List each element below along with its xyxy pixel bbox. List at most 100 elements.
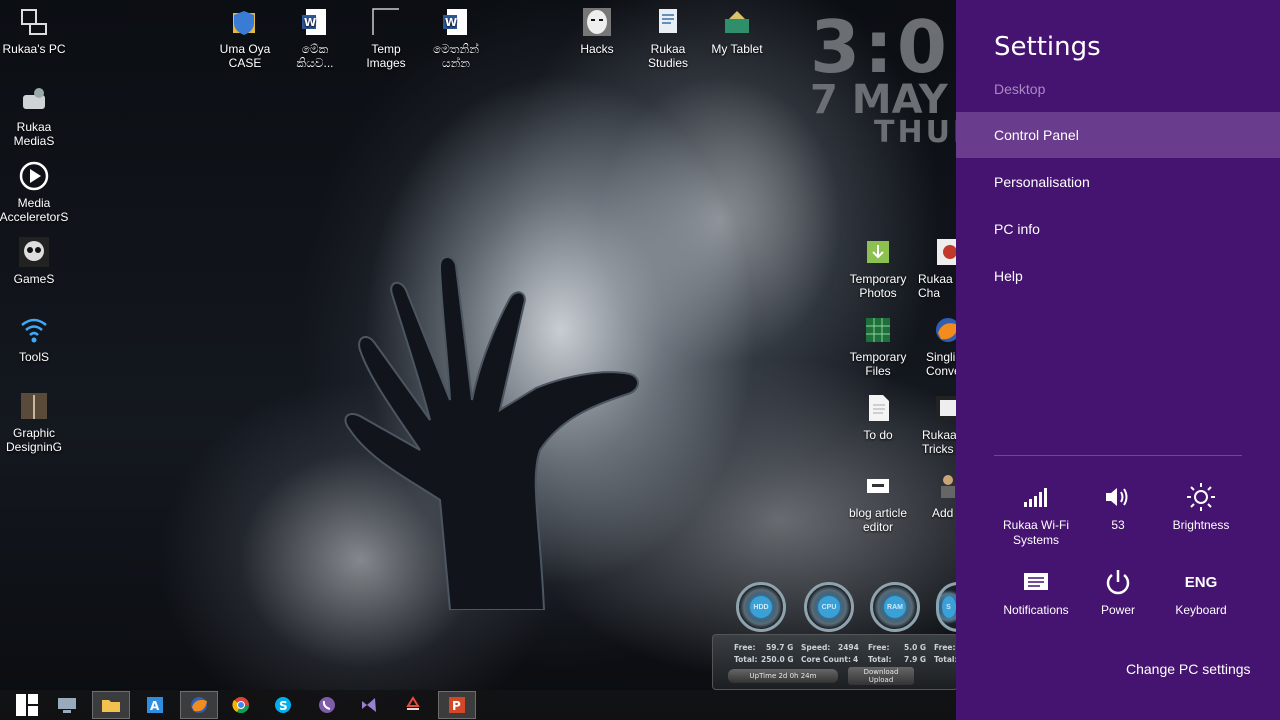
desktop-icon-rukaa-t-cha[interactable]: Rukaa T Cha: [904, 236, 964, 300]
menu-item-help[interactable]: Help: [956, 253, 1280, 299]
uptime-readout: UpTime 2d 0h 24m: [728, 669, 838, 683]
mask-icon: [581, 6, 613, 38]
monitor-icon: [58, 698, 76, 713]
chrome-icon: [232, 697, 250, 714]
viber-icon: [319, 697, 335, 713]
dial-label: S: [941, 596, 956, 618]
taskbar-chrome[interactable]: [222, 691, 260, 719]
network-button[interactable]: Rukaa Wi-Fi Systems: [991, 480, 1081, 548]
document-stack-icon: [652, 6, 684, 38]
notifications-label: Notifications: [1003, 603, 1069, 617]
desktop-icon-uma-oya-case[interactable]: Uma Oya CASE: [209, 6, 281, 70]
desktop-icon-label: ToolS: [18, 350, 50, 364]
skull-mask-icon: [18, 236, 50, 268]
word-document-icon: W: [440, 6, 472, 38]
visual-studio-icon: [362, 698, 376, 712]
menu-item-personalisation[interactable]: Personalisation: [956, 159, 1280, 205]
taskbar-visual-studio[interactable]: [350, 691, 388, 719]
ram-free-value: 5.0 G: [904, 643, 927, 652]
wifi-signal-icon: [991, 480, 1081, 514]
change-pc-settings-link[interactable]: Change PC settings: [1126, 661, 1251, 677]
desktop-icon-label: My Tablet: [711, 42, 763, 56]
desktop-icon-label: මෙතනින් යන්න: [432, 42, 480, 70]
settings-context-label: Desktop: [994, 81, 1046, 97]
taskbar-firefox[interactable]: [180, 691, 218, 719]
desktop-icon-label: Graphic DesigninG: [5, 426, 63, 454]
desktop-icon-word-doc-2[interactable]: W මෙතනින් යන්න: [420, 6, 492, 70]
desktop-icon-graphic-designing[interactable]: Graphic DesigninG: [0, 390, 70, 454]
wifi-shield-icon: [18, 314, 50, 346]
desktop-icon-rukaa-medias[interactable]: Rukaa MediaS: [0, 84, 70, 148]
taskbar-powerpoint[interactable]: P: [438, 691, 476, 719]
taskbar-store[interactable]: A: [136, 691, 174, 719]
desktop-icon-this-pc[interactable]: Rukaa's PC: [0, 6, 70, 56]
desktop-icon-hacks[interactable]: Hacks: [561, 6, 633, 56]
start-button[interactable]: [8, 691, 46, 719]
taskbar-skype[interactable]: S: [264, 691, 302, 719]
desktop-icon-my-tablet[interactable]: My Tablet: [701, 6, 773, 56]
settings-divider: [994, 455, 1242, 456]
taskbar-recycle-tool[interactable]: [394, 691, 432, 719]
keyboard-button[interactable]: ENG Keyboard: [1156, 565, 1246, 618]
desktop-icon-label: Media AcceleretorS: [0, 196, 69, 224]
brightness-button[interactable]: Brightness: [1156, 480, 1246, 533]
svg-text:W: W: [445, 16, 457, 29]
menu-item-control-panel[interactable]: Control Panel: [956, 112, 1280, 158]
play-circle-icon: [18, 160, 50, 192]
desktop-icon-games[interactable]: GameS: [0, 236, 70, 286]
brightness-icon: [1156, 480, 1246, 514]
ram-total-value: 7.9 G: [904, 655, 927, 664]
cpu-speed-value: 2494: [838, 643, 859, 652]
hdd-dial: HDD: [736, 582, 786, 632]
svg-text:A: A: [150, 699, 160, 713]
ram-dial: RAM: [870, 582, 920, 632]
desktop-icon-rukaa-studies[interactable]: Rukaa Studies: [632, 6, 704, 70]
hdd-free-value: 59.7 G: [766, 643, 794, 652]
speaker-icon: [1073, 480, 1163, 514]
brightness-label: Brightness: [1172, 518, 1230, 532]
hdd-total-value: 250.0 G: [761, 655, 794, 664]
power-label: Power: [1100, 603, 1135, 617]
network-label: Rukaa Wi-Fi Systems: [1002, 518, 1069, 547]
desktop-icon-temp-images[interactable]: Temp Images: [350, 6, 422, 70]
volume-button[interactable]: 53: [1073, 480, 1163, 533]
extra-dial: S: [936, 582, 958, 632]
desktop-icon-tools[interactable]: ToolS: [0, 314, 70, 364]
notifications-button[interactable]: Notifications: [991, 565, 1081, 618]
extra-free-label: Free:: [934, 643, 956, 652]
desktop-icon-label: Rukaa MediaS: [13, 120, 55, 148]
settings-charm-panel: Settings Desktop Control Panel Personali…: [956, 0, 1280, 720]
power-icon: [1073, 565, 1163, 599]
desktop-icon-word-doc-1[interactable]: W මේක කියව...: [279, 6, 351, 70]
spreadsheet-icon: [862, 314, 894, 346]
desktop-icon-rukaa-tricks[interactable]: Rukaa Tricks b: [904, 392, 964, 456]
tablet-icon: [721, 6, 753, 38]
windows-logo-icon: [16, 694, 38, 716]
system-monitor-gadget: HDD CPU RAM S Free: 59.7 G Total: 250.0 …: [712, 582, 958, 690]
taskbar: A S P: [0, 690, 956, 720]
desktop-icon-label: Rukaa Studies: [647, 42, 689, 70]
folder-icon: [102, 700, 120, 712]
network-readout: Download Upload: [848, 667, 914, 685]
extra-total-label: Total:: [934, 655, 958, 664]
desktop-icon-label: Rukaa's PC: [2, 42, 66, 56]
desktop-icon-label: මේක කියව...: [296, 42, 334, 70]
store-icon: A: [147, 697, 163, 713]
desktop-icon-add[interactable]: Add: [904, 470, 964, 520]
power-button[interactable]: Power: [1073, 565, 1163, 618]
taskbar-file-explorer[interactable]: [92, 691, 130, 719]
powerpoint-icon: P: [449, 697, 465, 713]
cpu-cores-value: 4: [853, 655, 859, 664]
recycle-icon: [406, 696, 420, 710]
menu-item-pc-info[interactable]: PC info: [956, 206, 1280, 252]
desktop-icon-label: Rukaa Tricks b: [922, 428, 964, 456]
skype-icon: S: [275, 697, 291, 713]
taskbar-viber[interactable]: [308, 691, 346, 719]
keyboard-icon: ENG: [1184, 573, 1218, 591]
dial-label: RAM: [884, 596, 906, 618]
svg-text:S: S: [279, 699, 288, 713]
taskbar-desktop-app[interactable]: [48, 691, 86, 719]
desktop-icon-media-accelerator[interactable]: Media AcceleretorS: [0, 160, 70, 224]
hdd-total-label: Total:: [734, 655, 758, 664]
desktop-icon-singli-conve[interactable]: Singli Conve: [904, 314, 964, 378]
